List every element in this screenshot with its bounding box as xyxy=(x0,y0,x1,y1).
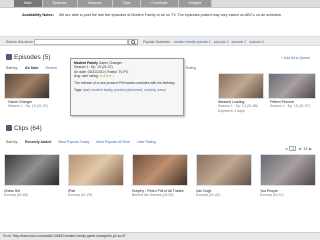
tab-seasons[interactable]: Seasons xyxy=(78,0,113,7)
tooltip-tag-links[interactable]: ipad, modern family, product placement, … xyxy=(83,88,166,92)
prev-page-icon[interactable]: ◀ xyxy=(285,147,288,151)
sort-label: Sort by: xyxy=(6,66,19,70)
clip-meta: Behind the Scenes (02:33) xyxy=(132,193,174,198)
sort-recently-added[interactable]: Recently Added xyxy=(25,140,51,144)
episode-tooltip: Modern Family Game Changer Season 1 : Ep… xyxy=(70,58,184,116)
episodes-sort-rating-wrap: Rating xyxy=(186,66,202,70)
clip-item: Van Gogh Excerpt (01:42) xyxy=(196,189,220,198)
sort-most-popular-today[interactable]: Most Popular Today xyxy=(58,140,89,144)
episode-expiry: Expires in 3 days xyxy=(218,108,245,113)
popular-search-link[interactable]: modern family episode 1 xyxy=(174,40,211,44)
episode-meta: Season 1 : Ep. 19 (21:37) xyxy=(8,104,48,109)
clip-meta: Excerpt (01:42) xyxy=(196,193,220,198)
notice-label: Availability Notes: xyxy=(22,13,54,17)
clip-item: You People Excerpt (01:11) xyxy=(260,189,284,198)
top-nav: Main Episodes Seasons Clips Contribute W… xyxy=(0,0,320,8)
page-of-label: of xyxy=(298,146,302,151)
clips-heading: Clips (64) xyxy=(6,125,42,132)
add-all-to-queue-link[interactable]: + Add All to Queue xyxy=(281,56,310,60)
clip-thumbnail[interactable] xyxy=(132,154,188,186)
availability-notice: Availability Notes: We are able to post … xyxy=(22,13,302,18)
tooltip-tags: Tags: ipad, modern family, product place… xyxy=(74,88,180,92)
clip-meta: Excerpt (01:11) xyxy=(260,193,284,198)
episodes-heading: Episodes (5) xyxy=(6,54,51,61)
search-bar: Search this show: Popular Searches: mode… xyxy=(0,36,320,46)
search-label: Search this show: xyxy=(6,40,34,44)
clip-thumbnail[interactable] xyxy=(68,154,124,186)
search-button[interactable] xyxy=(128,39,138,45)
sort-most-popular-all-time[interactable]: Most Popular All Time xyxy=(96,140,130,144)
popular-search-link[interactable]: episode 2 xyxy=(231,40,246,44)
sort-rating[interactable]: Rating xyxy=(186,66,196,70)
episode-thumbnail[interactable] xyxy=(268,73,316,99)
search-input[interactable] xyxy=(34,39,128,45)
episode-meta: Season 1 : Ep. 15 (21:37) xyxy=(270,104,310,109)
episodes-sort-bar: Sort by: Air Date Recent xyxy=(6,66,63,70)
star-rating-icon: ★★★★☆ xyxy=(99,73,115,78)
tooltip-rating-label: Avg. user rating: xyxy=(74,73,99,78)
tooltip-tags-label: Tags: xyxy=(74,88,83,93)
episodes-title: Episodes (5) xyxy=(14,54,51,61)
sort-label: Sort by: xyxy=(6,140,19,144)
clips-pager: ◀ 1 of 13 ▶ xyxy=(285,146,312,151)
browser-status-bar: Go to "http://www.hulu.com/watch/136831/… xyxy=(0,232,320,240)
tab-clips[interactable]: Clips xyxy=(112,0,142,7)
sort-air-date[interactable]: Air Date xyxy=(25,66,38,70)
episode-thumbnail[interactable] xyxy=(218,73,264,99)
tab-episodes[interactable]: Episodes xyxy=(42,0,78,7)
tooltip-rating: Avg. user rating: ★★★★☆ xyxy=(74,74,180,78)
episode-item: Weaned Loading Season 1 : Ep. 14 (21:58)… xyxy=(218,100,258,113)
episode-thumbnail[interactable] xyxy=(4,73,50,99)
clips-sort-bar: Sort by: Recently Added Most Popular Tod… xyxy=(6,140,162,144)
clip-item: Chess Set Excerpt (01:59) xyxy=(4,189,28,198)
tooltip-description: The release of a new product Phil wants … xyxy=(74,81,176,86)
sort-user-rating[interactable]: User Rating xyxy=(137,140,155,144)
tab-bar: Main Episodes Seasons Clips Contribute W… xyxy=(14,0,213,7)
clip-item: iPad Excerpt (01:29) xyxy=(68,189,92,198)
popular-search-link[interactable]: episode 3 xyxy=(214,40,229,44)
clips-title: Clips (64) xyxy=(14,125,42,132)
popular-searches: Popular Searches: modern family episode … xyxy=(143,40,264,44)
clip-thumbnail[interactable] xyxy=(260,154,316,186)
clip-thumbnail[interactable] xyxy=(196,154,252,186)
tab-widgets[interactable]: Widgets xyxy=(178,0,213,7)
popular-label: Popular Searches: xyxy=(143,40,171,44)
search-icon xyxy=(130,39,136,45)
tab-main[interactable]: Main xyxy=(14,0,43,7)
tab-contribute[interactable]: Contribute xyxy=(141,0,179,7)
episode-meta: Season 1 : Ep. 14 (21:58) xyxy=(218,104,258,109)
popular-search-link[interactable]: episode 6 xyxy=(249,40,264,44)
clip-meta: Excerpt (01:29) xyxy=(68,193,92,198)
next-page-icon[interactable]: ▶ xyxy=(309,147,312,151)
episode-item: Game Changer Season 1 : Ep. 19 (21:37) xyxy=(8,100,48,109)
notice-text: We are able to post the last five episod… xyxy=(58,13,283,17)
clip-item: Dunphy - Pedro Phil of All Trades Behind… xyxy=(132,189,190,198)
episodes-icon xyxy=(6,54,12,60)
page-total: 13 xyxy=(303,146,308,151)
episode-item: Fifteen Percent Season 1 : Ep. 15 (21:37… xyxy=(270,100,310,109)
clip-meta: Excerpt (01:59) xyxy=(4,193,28,198)
page-number-input[interactable]: 1 xyxy=(289,146,297,151)
clips-icon xyxy=(6,125,12,131)
clip-thumbnail[interactable] xyxy=(4,154,60,186)
sort-recent[interactable]: Recent xyxy=(45,66,56,70)
